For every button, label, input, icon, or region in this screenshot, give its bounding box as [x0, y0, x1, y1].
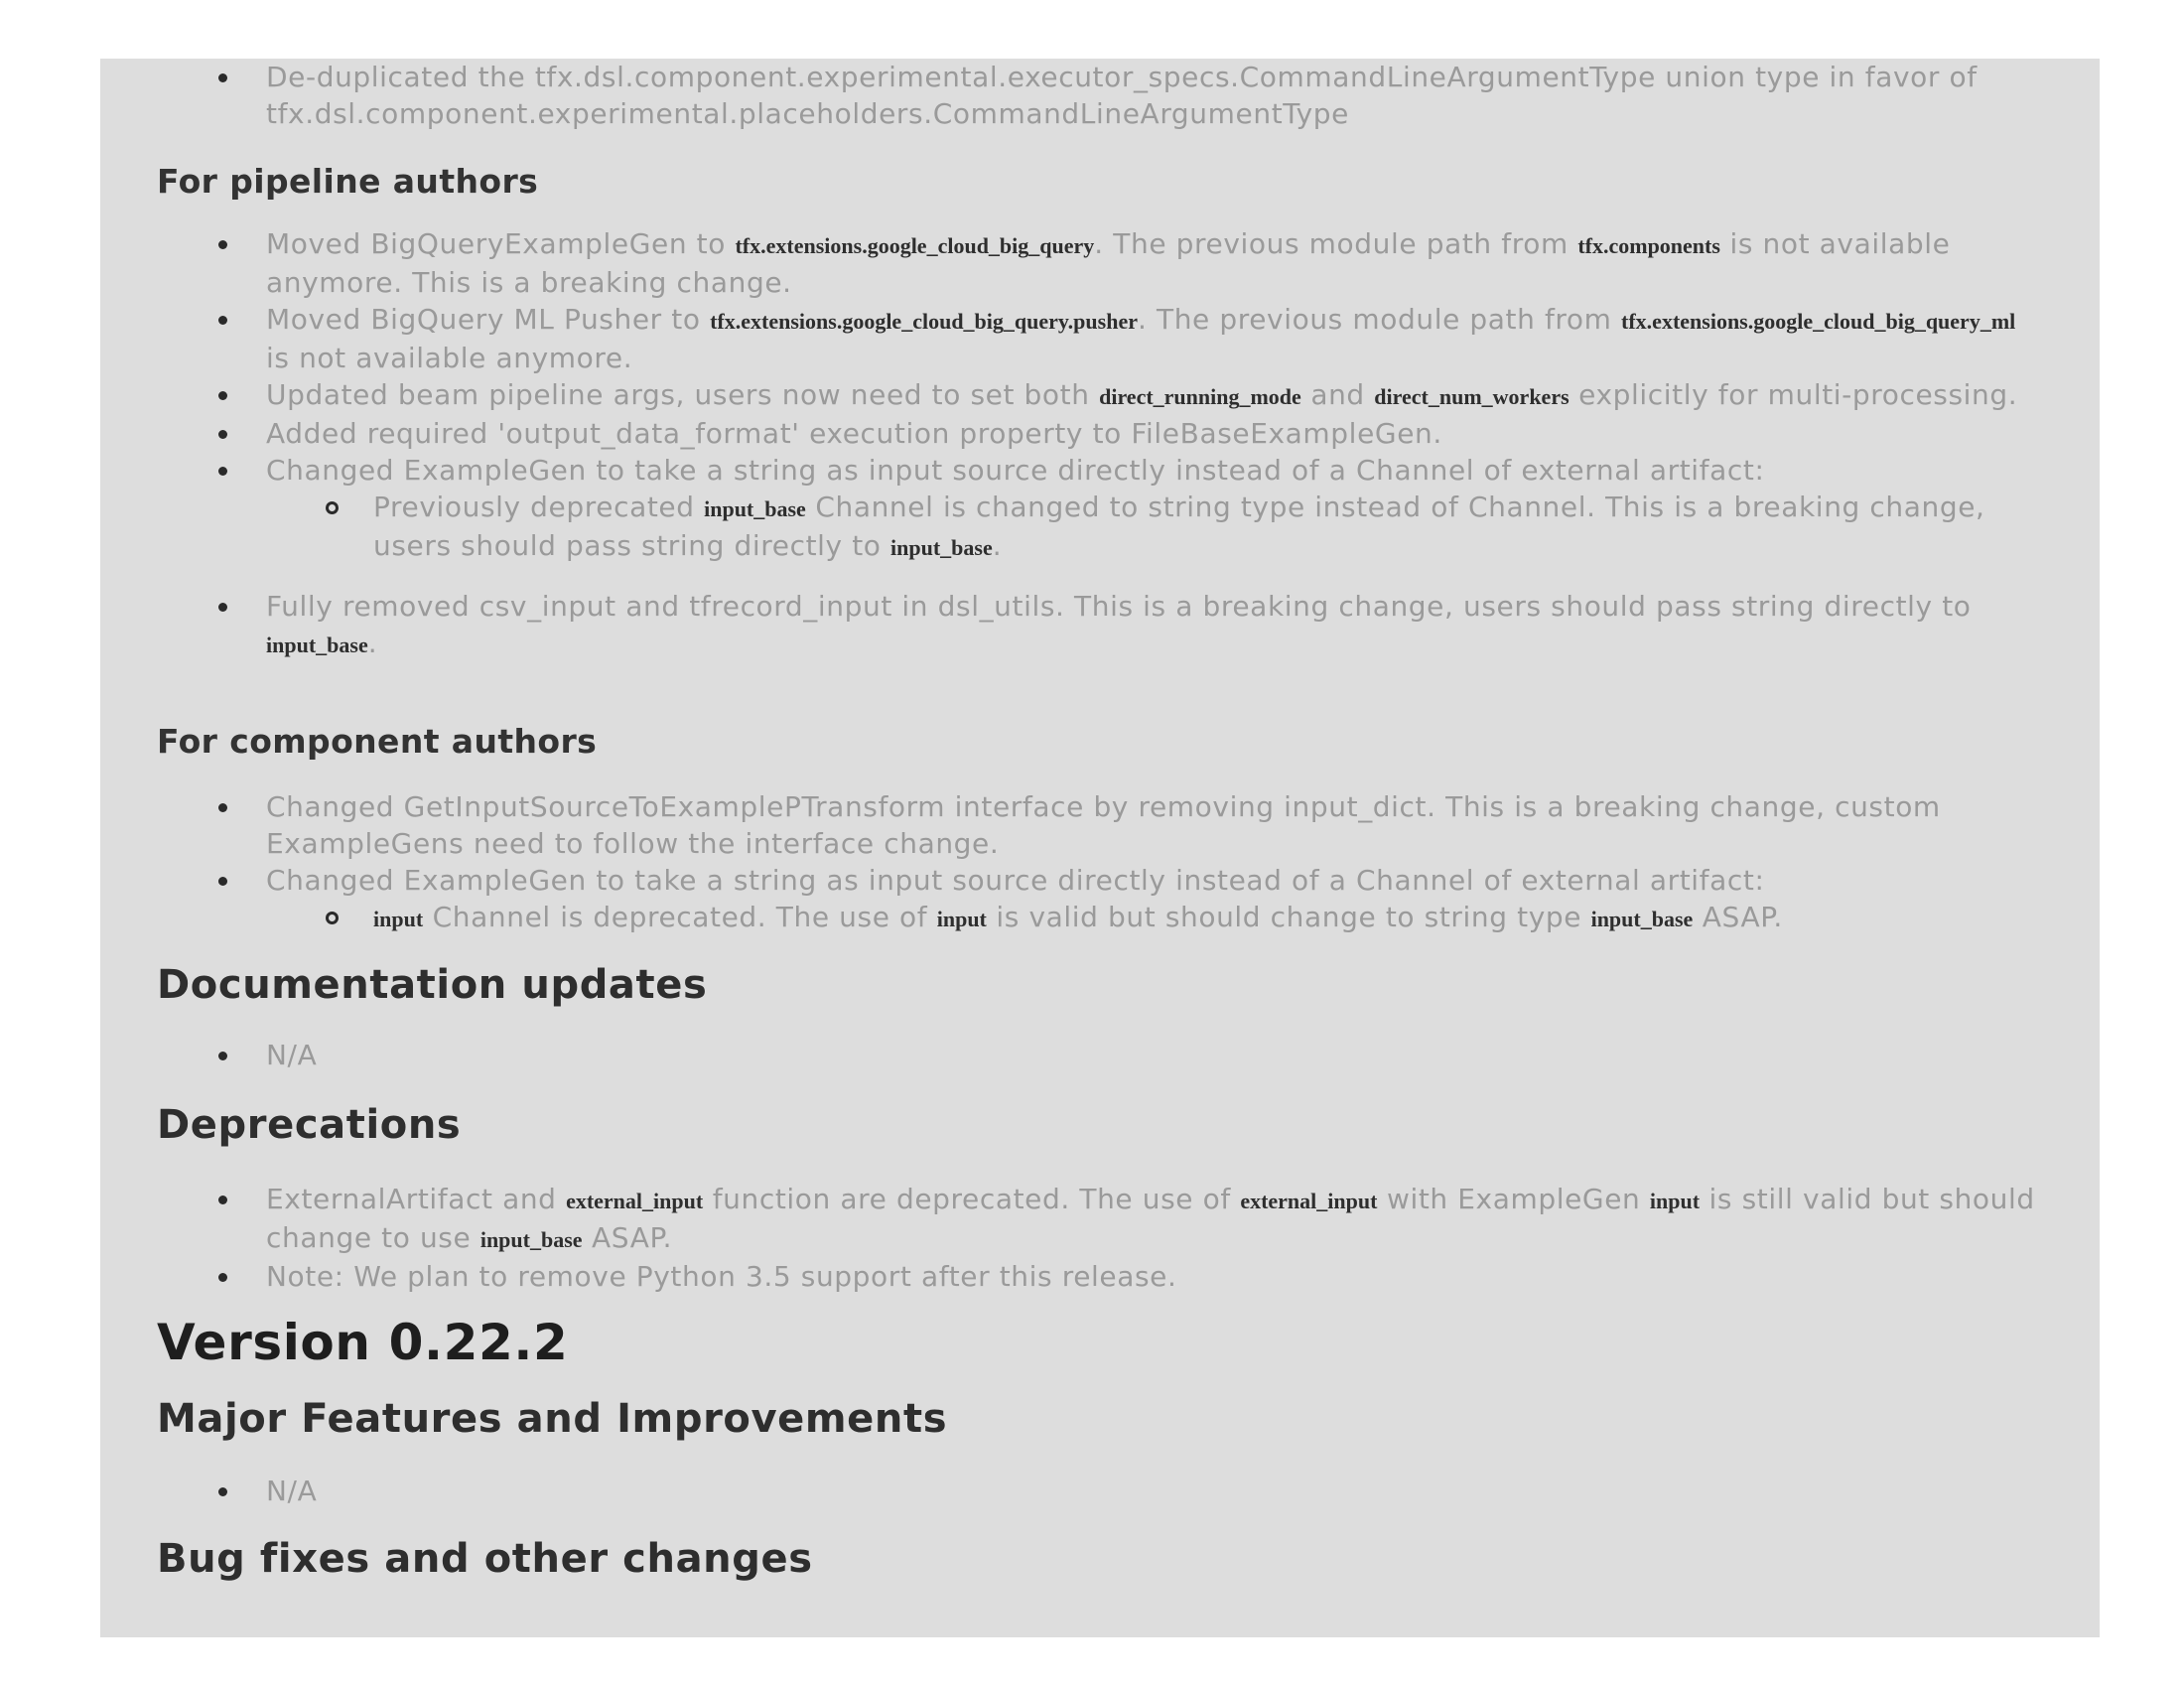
- inline-code: external_input: [1240, 1189, 1378, 1213]
- major-features-section: Major Features and Improvements: [157, 1395, 2040, 1443]
- list-item: ExternalArtifact and external_input func…: [157, 1181, 2040, 1258]
- inline-code: input_base: [704, 496, 806, 521]
- major-features-list: N/A: [157, 1473, 2040, 1509]
- version-section: Version 0.22.2: [157, 1313, 2040, 1372]
- inline-code: tfx.extensions.google_cloud_big_query.pu…: [710, 309, 1138, 334]
- inline-code: tfx.extensions.google_cloud_big_query_ml: [1621, 309, 2016, 334]
- list-item: Added required 'output_data_format' exec…: [157, 415, 2040, 452]
- inline-code: input: [373, 907, 424, 931]
- version-title: Version 0.22.2: [157, 1314, 569, 1371]
- list-item: Changed ExampleGen to take a string as i…: [157, 452, 2040, 489]
- list-item: Changed ExampleGen to take a string as i…: [157, 862, 2040, 899]
- pipeline-authors-list: Moved BigQueryExampleGen to tfx.extensio…: [157, 225, 2040, 663]
- section-heading: Major Features and Improvements: [157, 1396, 948, 1442]
- section-heading: Bug fixes and other changes: [157, 1536, 813, 1582]
- section-heading: For pipeline authors: [157, 162, 539, 201]
- inline-code: tfx.extensions.google_cloud_big_query: [735, 233, 1095, 258]
- bugfix-section: Bug fixes and other changes: [157, 1535, 2040, 1583]
- inline-code: external_input: [566, 1189, 704, 1213]
- inline-code: direct_num_workers: [1374, 384, 1570, 409]
- documentation-section: Documentation updates: [157, 961, 2040, 1009]
- deprecations-list: ExternalArtifact and external_input func…: [157, 1181, 2040, 1295]
- list-item-text: De-duplicated the tfx.dsl.component.expe…: [266, 61, 1978, 130]
- pipeline-authors-section: For pipeline authors: [157, 162, 2040, 202]
- inline-code: tfx.components: [1577, 233, 1720, 258]
- inline-code: input_base: [266, 633, 368, 657]
- inline-code: input_base: [1590, 907, 1694, 931]
- list-item: Moved BigQuery ML Pusher to tfx.extensio…: [157, 301, 2040, 376]
- list-item: Moved BigQueryExampleGen to tfx.extensio…: [157, 225, 2040, 301]
- component-authors-list: Changed GetInputSourceToExamplePTransfor…: [157, 788, 2040, 937]
- list-item: Note: We plan to remove Python 3.5 suppo…: [157, 1258, 2040, 1295]
- deprecations-section: Deprecations: [157, 1101, 2040, 1149]
- documentation-list: N/A: [157, 1037, 2040, 1073]
- list-item: Updated beam pipeline args, users now ne…: [157, 376, 2040, 415]
- section-heading: For component authors: [157, 722, 598, 761]
- section-heading: Documentation updates: [157, 962, 708, 1008]
- list-item: N/A: [157, 1473, 2040, 1509]
- component-authors-section: For component authors: [157, 722, 2040, 762]
- release-notes-panel: De-duplicated the tfx.dsl.component.expe…: [100, 59, 2100, 1637]
- sub-list-item: input Channel is deprecated. The use of …: [157, 899, 2040, 937]
- inline-code: input_base: [890, 535, 993, 560]
- sub-list-item: Previously deprecated input_base Channel…: [157, 489, 2040, 566]
- section-heading: Deprecations: [157, 1102, 462, 1148]
- inline-code: input: [936, 907, 987, 931]
- inline-code: input: [1649, 1189, 1701, 1213]
- intro-list: De-duplicated the tfx.dsl.component.expe…: [157, 59, 2040, 132]
- inline-code: input_base: [479, 1227, 583, 1252]
- list-item: Changed GetInputSourceToExamplePTransfor…: [157, 788, 2040, 862]
- list-item: N/A: [157, 1037, 2040, 1073]
- list-item: Fully removed csv_input and tfrecord_inp…: [157, 588, 2040, 663]
- inline-code: direct_running_mode: [1099, 384, 1301, 409]
- list-item: De-duplicated the tfx.dsl.component.expe…: [157, 59, 2040, 132]
